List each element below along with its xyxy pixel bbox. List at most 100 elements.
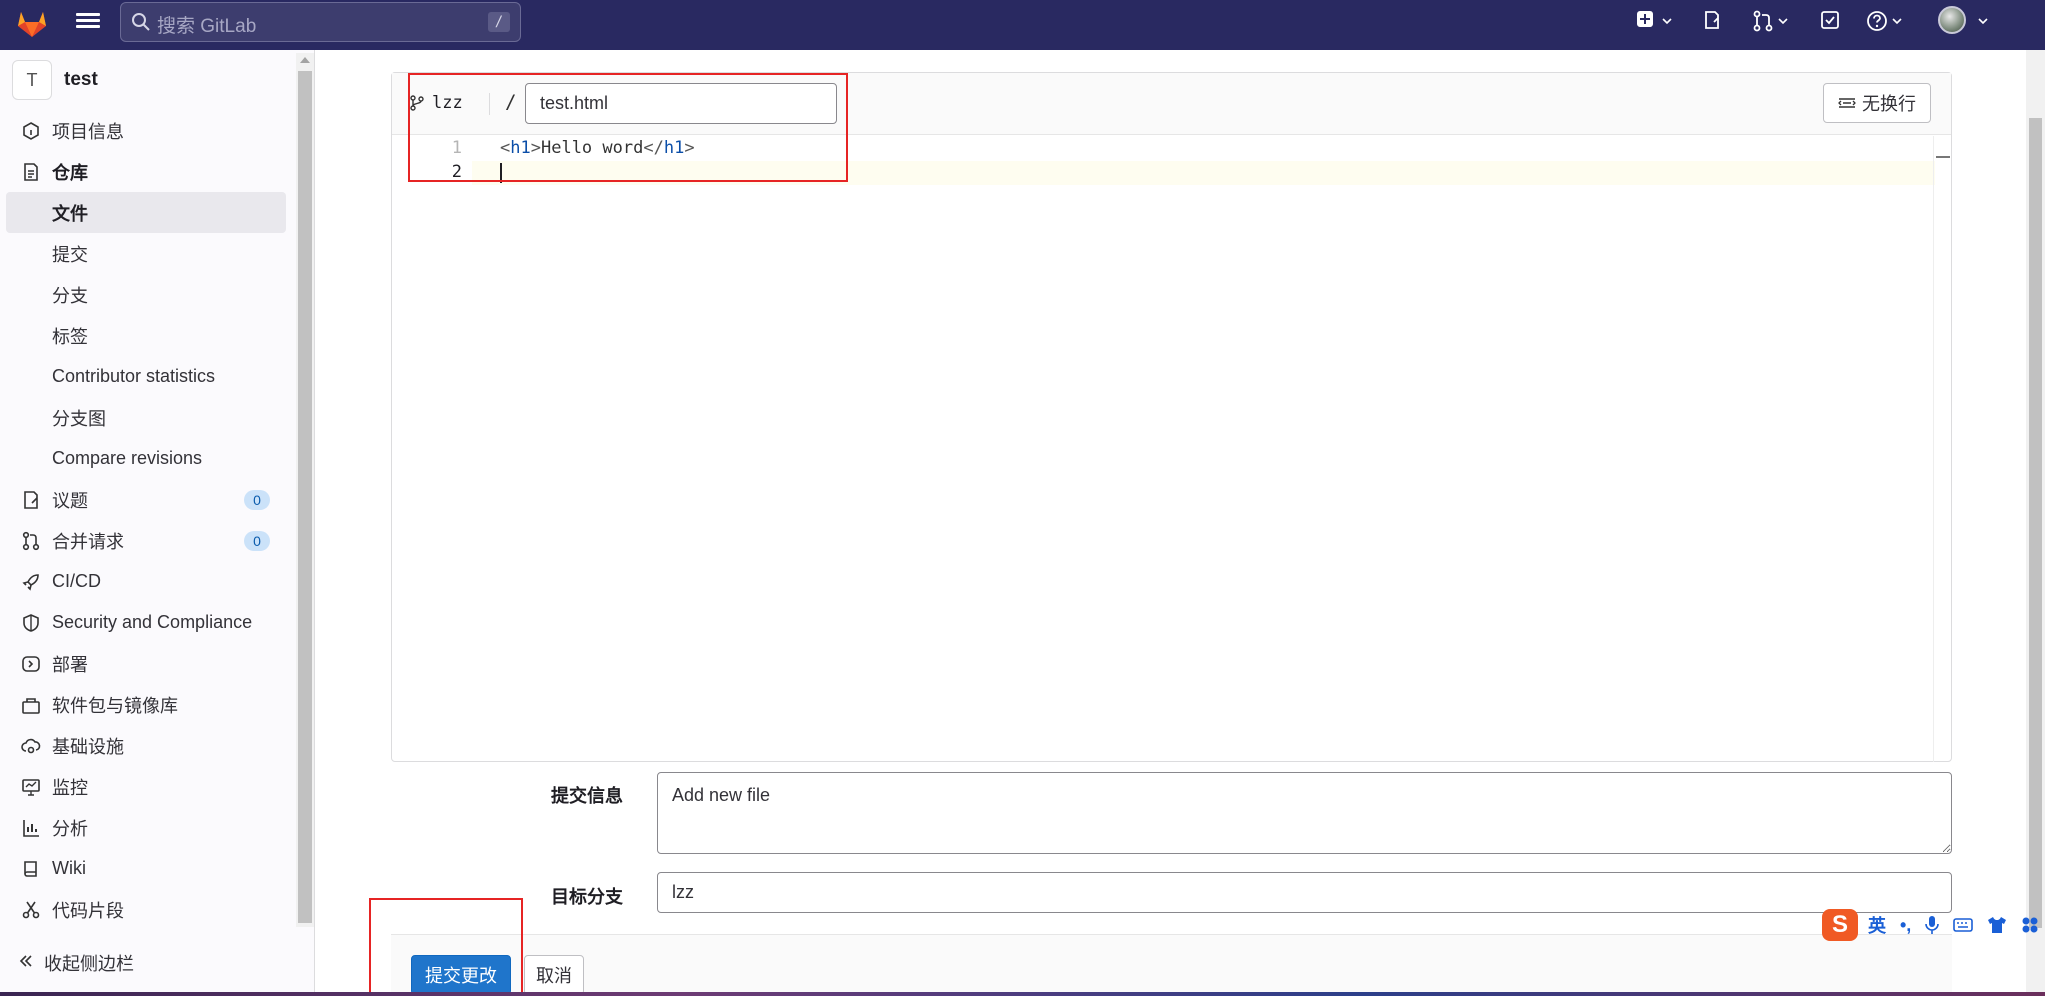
merge-requests-count-badge: 0 <box>244 531 270 551</box>
gitlab-logo-icon[interactable] <box>14 4 50 40</box>
sidebar-item-tags[interactable]: 标签 <box>6 315 286 356</box>
skin-shirt-icon[interactable] <box>1987 916 2007 934</box>
double-chevron-left-icon <box>18 953 34 974</box>
ime-logo[interactable]: S <box>1822 909 1858 941</box>
chevron-down-icon[interactable] <box>1978 16 1988 26</box>
microphone-icon[interactable] <box>1925 915 1940 935</box>
sidebar-item-infrastructure[interactable]: 基础设施 <box>6 725 286 766</box>
shield-icon <box>20 612 42 634</box>
help-icon <box>1867 11 1887 31</box>
merge-request-icon <box>20 530 42 552</box>
issues-nav-button[interactable] <box>1702 10 1722 34</box>
cloud-gear-icon <box>20 735 42 757</box>
keyboard-icon[interactable] <box>1953 917 1974 933</box>
sidebar-item-label: 项目信息 <box>52 121 124 142</box>
sidebar-item-label: 议题 <box>52 490 88 511</box>
target-branch-input[interactable] <box>657 872 1952 913</box>
sidebar-item-monitor[interactable]: 监控 <box>6 766 286 807</box>
cancel-button[interactable]: 取消 <box>524 955 584 995</box>
sidebar-item-analytics[interactable]: 分析 <box>6 807 286 848</box>
sidebar-item-deployments[interactable]: 部署 <box>6 643 286 684</box>
page-scrollbar[interactable] <box>2026 50 2045 996</box>
soft-wrap-label: 无换行 <box>1862 94 1916 114</box>
highlight-box-editor <box>408 73 848 182</box>
toolbox-grid-icon[interactable] <box>2021 916 2039 934</box>
book-icon <box>20 858 42 880</box>
sidebar-scrollbar[interactable] <box>296 53 314 927</box>
package-icon <box>20 694 42 716</box>
todo-check-icon <box>1821 11 1839 29</box>
sidebar-item-graph[interactable]: 分支图 <box>6 397 286 438</box>
sidebar-item-commits[interactable]: 提交 <box>6 233 286 274</box>
sidebar-scroll-thumb[interactable] <box>298 71 312 923</box>
sidebar-item-issues[interactable]: 议题 0 <box>6 479 286 520</box>
sidebar-item-label: 提交 <box>52 244 88 265</box>
user-avatar[interactable] <box>1938 6 1966 34</box>
merge-request-icon <box>1753 10 1773 32</box>
sidebar-menu: 项目信息 仓库 文件 提交 分支 标签 Contributor statisti… <box>6 110 286 930</box>
sidebar-item-merge-requests[interactable]: 合并请求 0 <box>6 520 286 561</box>
search-box[interactable]: 搜索 GitLab / <box>120 2 521 42</box>
no-wrap-icon <box>1838 98 1856 108</box>
search-icon <box>132 13 150 31</box>
snippet-icon <box>20 899 42 921</box>
sidebar-item-wiki[interactable]: Wiki <box>6 848 286 889</box>
code-editor[interactable]: 1 2 <h1>Hello word</h1> <box>392 136 1951 762</box>
todos-nav-button[interactable] <box>1820 10 1840 34</box>
ime-language-toggle[interactable]: 英 <box>1868 912 1886 938</box>
chevron-down-icon[interactable] <box>1778 16 1788 26</box>
sidebar-item-label: Wiki <box>52 858 86 878</box>
commit-message-input[interactable]: Add new file <box>657 772 1952 854</box>
line-number-gutter: 1 2 <box>392 136 472 762</box>
main-content: lzz / 无换行 1 2 <h1>Hello word</h1> 提交信息 A… <box>316 50 2026 996</box>
sidebar-item-label: Security and Compliance <box>52 612 253 632</box>
sidebar-item-snippets[interactable]: 代码片段 <box>6 889 286 930</box>
sidebar-item-project-info[interactable]: 项目信息 <box>6 110 286 151</box>
chevron-down-icon[interactable] <box>1892 16 1902 26</box>
collapse-sidebar-label: 收起侧边栏 <box>44 954 134 974</box>
commit-message-label: 提交信息 <box>551 786 623 806</box>
search-placeholder: 搜索 GitLab <box>157 16 257 37</box>
sidebar-item-security-compliance[interactable]: Security and Compliance <box>6 602 286 643</box>
sidebar-item-files[interactable]: 文件 <box>6 192 286 233</box>
chevron-down-icon[interactable] <box>1662 16 1672 26</box>
create-new-button[interactable] <box>1636 10 1654 34</box>
sidebar-item-label: 代码片段 <box>52 900 124 921</box>
issues-count-badge: 0 <box>244 490 270 510</box>
top-navbar: 搜索 GitLab / <box>0 0 2045 50</box>
search-shortcut-key: / <box>488 12 510 32</box>
sidebar-item-contributor-statistics[interactable]: Contributor statistics <box>6 356 286 397</box>
sidebar-item-label: 监控 <box>52 777 88 798</box>
desktop-strip <box>0 992 2045 996</box>
monitor-icon <box>20 776 42 798</box>
sidebar-item-ci-cd[interactable]: CI/CD <box>6 561 286 602</box>
soft-wrap-button[interactable]: 无换行 <box>1823 83 1931 123</box>
sidebar-item-label: 基础设施 <box>52 736 124 757</box>
sidebar-item-label: CI/CD <box>52 571 101 591</box>
sidebar: T test 项目信息 仓库 文件 提交 分支 标签 Contributor s… <box>0 50 315 996</box>
editor-scrollbar[interactable] <box>1933 136 1951 762</box>
form-actions: 提交更改 取消 <box>391 934 1952 996</box>
sidebar-item-repository[interactable]: 仓库 <box>6 151 286 192</box>
ime-punctuation-toggle[interactable]: •, <box>1900 915 1911 936</box>
scroll-up-arrow-icon[interactable] <box>300 57 310 63</box>
sidebar-item-label: 软件包与镜像库 <box>52 695 178 716</box>
page-scroll-thumb[interactable] <box>2029 118 2042 928</box>
sidebar-item-compare-revisions[interactable]: Compare revisions <box>6 438 286 479</box>
deploy-icon <box>20 653 42 675</box>
scroll-marker <box>1936 156 1950 158</box>
repository-icon <box>20 161 42 183</box>
sidebar-item-label: 部署 <box>52 654 88 675</box>
help-nav-button[interactable] <box>1866 10 1888 34</box>
sidebar-item-label: 分支图 <box>52 408 106 429</box>
issues-icon <box>20 489 42 511</box>
main-menu-icon[interactable] <box>76 10 100 32</box>
project-header[interactable]: T test <box>12 60 98 100</box>
highlight-box-submit <box>369 898 523 994</box>
sidebar-item-packages-registries[interactable]: 软件包与镜像库 <box>6 684 286 725</box>
sidebar-item-label: 仓库 <box>52 162 88 183</box>
target-branch-label: 目标分支 <box>551 887 623 907</box>
sidebar-item-branches[interactable]: 分支 <box>6 274 286 315</box>
merge-requests-nav-button[interactable] <box>1752 10 1774 34</box>
collapse-sidebar-button[interactable]: 收起侧边栏 <box>18 950 134 976</box>
